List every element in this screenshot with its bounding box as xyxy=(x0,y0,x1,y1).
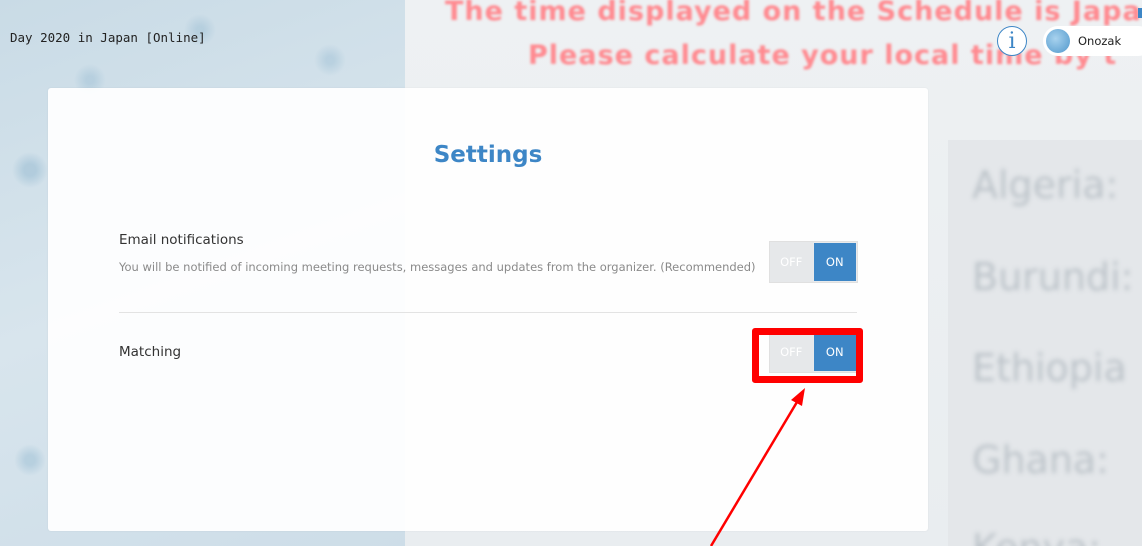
annotation-arrow-line xyxy=(709,401,799,546)
annotation-arrow-head xyxy=(791,388,805,406)
annotation-arrow xyxy=(709,388,805,546)
